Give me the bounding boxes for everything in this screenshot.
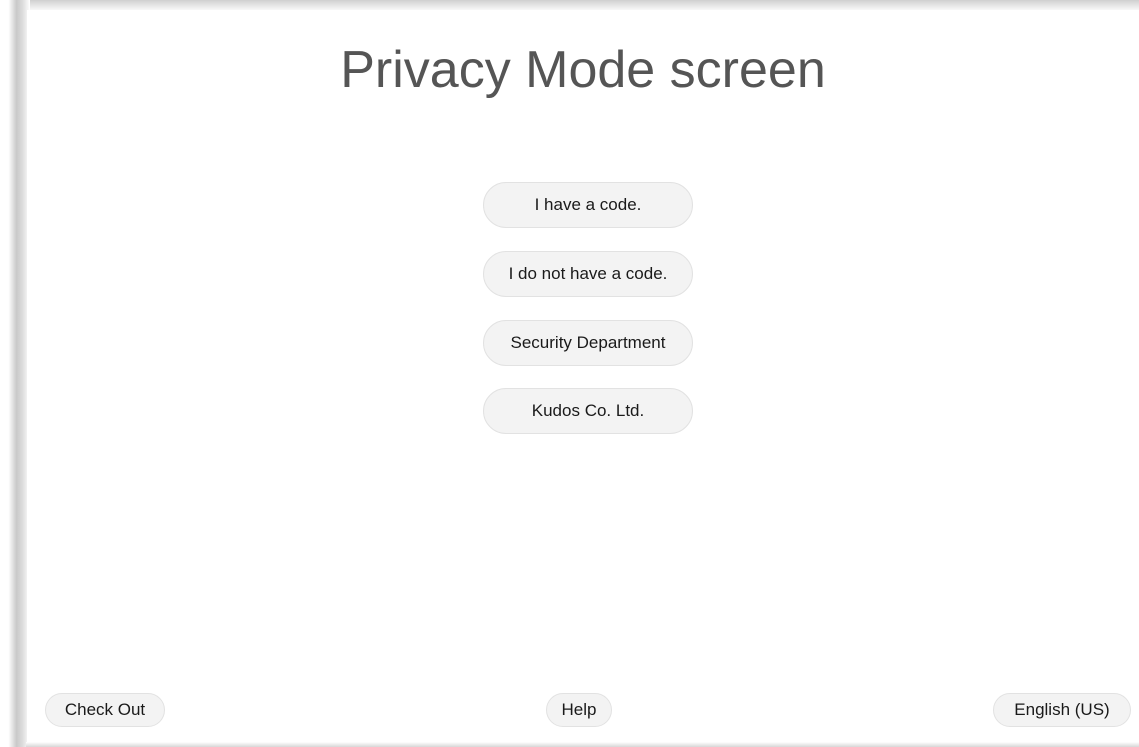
privacy-mode-screen: Privacy Mode screen I have a code. I do … (27, 10, 1139, 742)
help-button[interactable]: Help (546, 693, 612, 727)
app-window: Privacy Mode screen I have a code. I do … (0, 0, 1139, 747)
window-shadow-bottom (26, 742, 1139, 747)
window-shadow-left (0, 0, 30, 747)
language-button[interactable]: English (US) (993, 693, 1131, 727)
have-code-button[interactable]: I have a code. (483, 182, 693, 228)
kudos-company-button[interactable]: Kudos Co. Ltd. (483, 388, 693, 434)
security-department-button[interactable]: Security Department (483, 320, 693, 366)
no-code-button[interactable]: I do not have a code. (483, 251, 693, 297)
check-out-button[interactable]: Check Out (45, 693, 165, 727)
page-title: Privacy Mode screen (340, 41, 826, 99)
